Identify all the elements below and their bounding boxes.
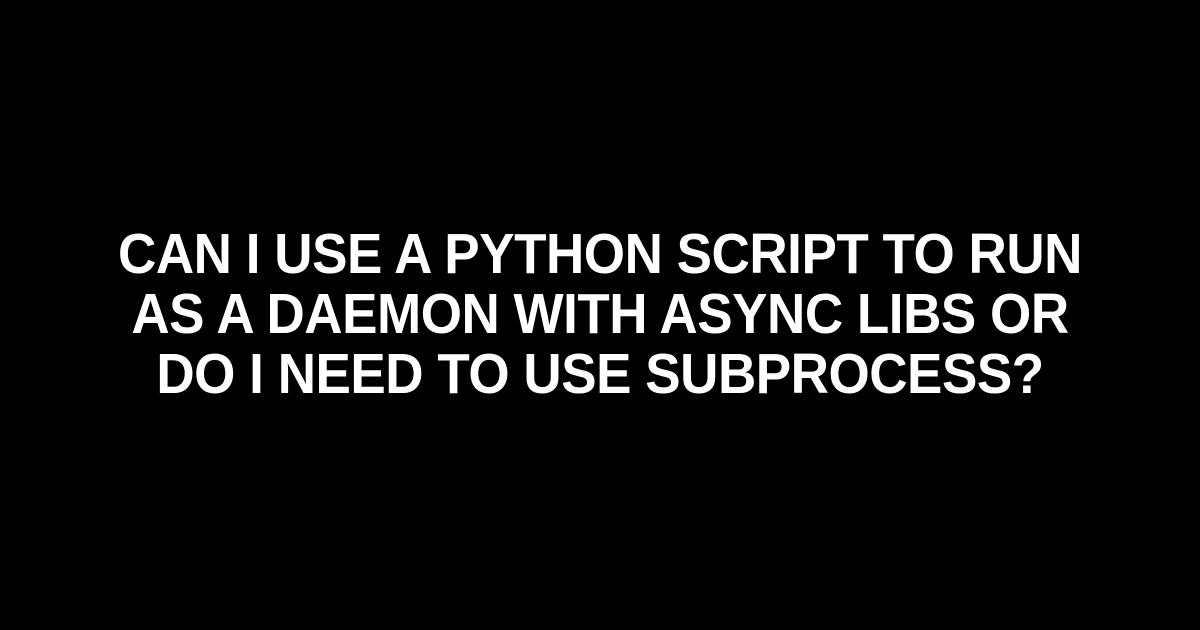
- page-title: Can I use a Python script to run as a da…: [93, 225, 1107, 405]
